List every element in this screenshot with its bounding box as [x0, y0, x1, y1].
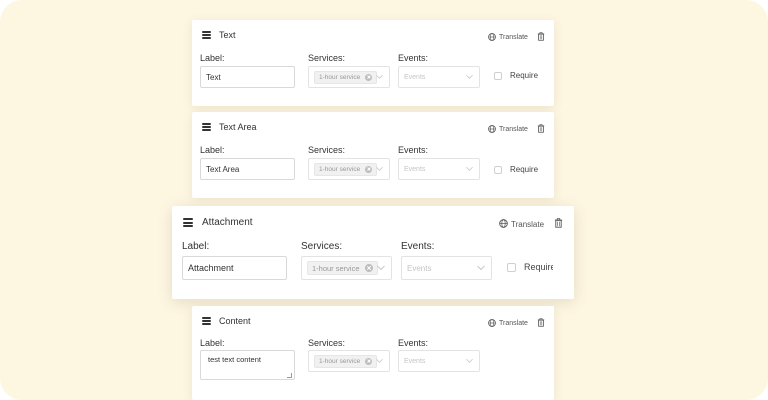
globe-icon[interactable] — [488, 318, 496, 329]
checkbox-box[interactable] — [494, 71, 502, 80]
required-label: Required — [510, 165, 538, 174]
services-caption: Services: — [301, 241, 343, 252]
events-select[interactable]: Events — [398, 158, 480, 180]
required-checkbox[interactable]: Required — [494, 71, 538, 80]
chevron-down-icon — [376, 358, 383, 363]
service-tag-label: 1-hour service — [319, 73, 361, 81]
services-select[interactable]: 1-hour service — [308, 158, 390, 180]
translate-button[interactable]: Translate — [499, 126, 528, 133]
chevron-down-icon — [376, 74, 383, 79]
globe-icon[interactable] — [499, 218, 508, 230]
field-title: Text Area — [219, 122, 257, 132]
label-input[interactable]: Text — [200, 66, 295, 88]
chevron-down-icon — [376, 166, 383, 171]
trash-icon[interactable] — [554, 218, 563, 230]
translate-button[interactable]: Translate — [511, 220, 544, 229]
globe-icon[interactable] — [488, 32, 496, 43]
service-tag-label: 1-hour service — [319, 357, 361, 365]
label-input[interactable]: Attachment — [182, 256, 287, 280]
label-caption: Label: — [200, 338, 225, 348]
service-tag: 1-hour service — [314, 70, 378, 84]
services-caption: Services: — [308, 338, 346, 348]
trash-icon[interactable] — [537, 124, 545, 135]
resize-grip-icon[interactable] — [287, 373, 292, 378]
services-select[interactable]: 1-hour service — [308, 350, 390, 372]
drag-handle-icon[interactable] — [202, 31, 211, 39]
label-input[interactable]: Text Area — [200, 158, 295, 180]
events-placeholder: Events — [404, 357, 426, 365]
required-label: Required — [510, 71, 538, 80]
service-tag: 1-hour service — [314, 354, 378, 368]
field-title: Text — [219, 30, 236, 40]
remove-tag-icon[interactable] — [365, 73, 373, 81]
translate-button[interactable]: Translate — [499, 34, 528, 41]
form-field-card-attachment[interactable]: Attachment Translate Label: Attachment S… — [172, 206, 574, 299]
translate-button[interactable]: Translate — [499, 320, 528, 327]
label-caption: Label: — [200, 53, 225, 63]
chevron-down-icon — [377, 265, 385, 271]
services-caption: Services: — [308, 145, 346, 155]
service-tag: 1-hour service — [314, 162, 378, 176]
field-title: Content — [219, 316, 251, 326]
events-placeholder: Events — [404, 73, 426, 81]
service-tag-label: 1-hour service — [312, 263, 360, 273]
services-select[interactable]: 1-hour service — [308, 66, 390, 88]
events-placeholder: Events — [404, 165, 426, 173]
remove-tag-icon[interactable] — [364, 264, 373, 272]
checkbox-box[interactable] — [494, 165, 502, 174]
field-title: Attachment — [202, 217, 253, 228]
events-caption: Events: — [398, 338, 429, 348]
events-caption: Events: — [398, 145, 429, 155]
events-select[interactable]: Events — [401, 256, 492, 280]
chevron-down-icon — [466, 74, 473, 79]
globe-icon[interactable] — [488, 124, 496, 135]
events-select[interactable]: Events — [398, 66, 480, 88]
chevron-down-icon — [477, 265, 485, 271]
label-caption: Label: — [182, 241, 210, 252]
chevron-down-icon — [466, 358, 473, 363]
form-field-card-text-area: Text Area Translate Label: Text Area Ser… — [192, 112, 554, 198]
remove-tag-icon[interactable] — [365, 357, 373, 365]
label-caption: Label: — [200, 145, 225, 155]
service-tag: 1-hour service — [307, 261, 378, 275]
drag-handle-icon[interactable] — [183, 218, 193, 227]
remove-tag-icon[interactable] — [365, 165, 373, 173]
events-placeholder: Events — [407, 263, 432, 273]
events-caption: Events: — [401, 241, 435, 252]
drag-handle-icon[interactable] — [202, 317, 211, 325]
checkbox-box[interactable] — [507, 262, 516, 272]
services-select[interactable]: 1-hour service — [301, 256, 392, 280]
content-textarea[interactable]: test text content — [200, 350, 295, 380]
service-tag-label: 1-hour service — [319, 165, 361, 173]
trash-icon[interactable] — [537, 318, 545, 329]
required-checkbox[interactable]: Required — [507, 262, 553, 272]
trash-icon[interactable] — [537, 32, 545, 43]
events-caption: Events: — [398, 53, 429, 63]
chevron-down-icon — [466, 166, 473, 171]
form-field-card-text: Text Translate Label: Text Services: 1-h… — [192, 20, 554, 106]
required-checkbox[interactable]: Required — [494, 165, 538, 174]
required-label: Required — [524, 262, 553, 272]
events-select[interactable]: Events — [398, 350, 480, 372]
services-caption: Services: — [308, 53, 346, 63]
form-field-card-content: Content Translate Label: test text conte… — [192, 306, 554, 400]
content-text: test text content — [208, 355, 261, 364]
drag-handle-icon[interactable] — [202, 123, 211, 131]
